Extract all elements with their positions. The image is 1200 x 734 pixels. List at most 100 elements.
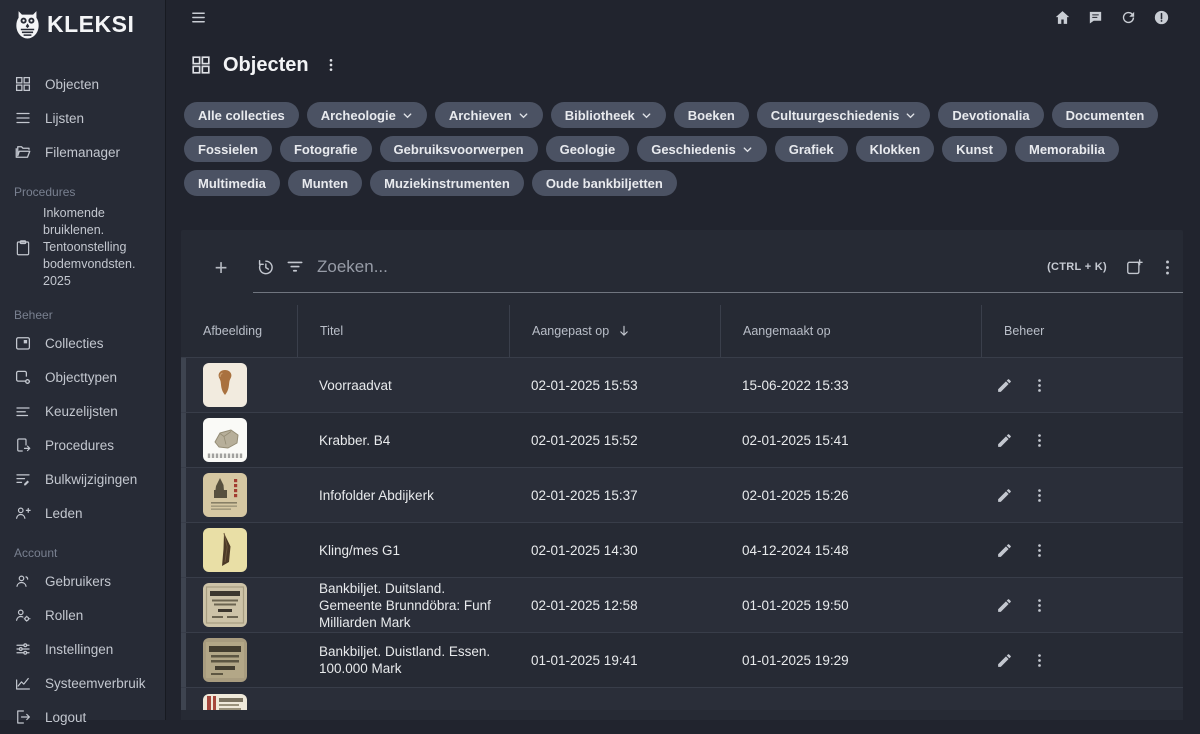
row-menu-kebab-icon[interactable] [1031,652,1048,669]
filter-chip-boeken[interactable]: Boeken [674,102,749,128]
filter-chip-documenten[interactable]: Documenten [1052,102,1159,128]
table-row[interactable]: Voorraadvat 02-01-2025 15:53 15-06-2022 … [181,357,1183,412]
filter-chip-memorabilia[interactable]: Memorabilia [1015,136,1119,162]
sidebar-item-label: Logout [45,710,86,725]
row-menu-kebab-icon[interactable] [1031,542,1048,559]
add-object-button[interactable]: + [213,257,229,279]
object-thumbnail-blade[interactable] [203,528,247,572]
created-date: 01-01-2025 19:50 [720,598,981,613]
sidebar-item-gebruikers[interactable]: Gebruikers [14,564,157,598]
filter-chip-fossielen[interactable]: Fossielen [184,136,272,162]
filter-chip-geologie[interactable]: Geologie [546,136,630,162]
search-field[interactable]: (CTRL + K) [253,243,1183,293]
save-search-icon[interactable] [1125,258,1144,277]
filter-chip-fotografie[interactable]: Fotografie [280,136,372,162]
filter-icon[interactable] [285,257,305,277]
list-icon [14,109,32,127]
clipboard-icon [14,239,32,257]
chat-icon[interactable] [1087,9,1104,26]
afbeelding-cell [181,363,297,407]
filter-chip-multimedia[interactable]: Multimedia [184,170,280,196]
filter-chip-gebruiksvoorwerpen[interactable]: Gebruiksvoorwerpen [380,136,538,162]
column-header-titel[interactable]: Titel [297,305,509,357]
filter-chip-bibliotheek[interactable]: Bibliotheek [551,102,666,128]
table-row[interactable]: Bankbiljet. Duistland. Essen. 100.000 Ma… [181,632,1183,687]
sidebar-item-label: Lijsten [45,111,84,126]
sidebar-item-bulkwijzigingen[interactable]: Bulkwijzigingen [14,462,157,496]
sidebar-item-objecttypen[interactable]: Objecttypen [14,360,157,394]
sidebar-item-lijsten[interactable]: Lijsten [14,101,157,135]
edit-pencil-icon[interactable] [996,597,1013,614]
filter-chip-klokken[interactable]: Klokken [856,136,935,162]
object-thumbnail-banknote[interactable] [203,583,247,627]
hamburger-menu-icon[interactable] [190,9,207,26]
object-thumbnail-banknote[interactable] [203,694,247,710]
filter-chip-cultuurgeschiedenis[interactable]: Cultuurgeschiedenis [757,102,931,128]
filter-chip-geschiedenis[interactable]: Geschiedenis [637,136,767,162]
edit-pencil-icon[interactable] [996,487,1013,504]
row-menu-kebab-icon[interactable] [1031,377,1048,394]
sidebar-item-instellingen[interactable]: Instellingen [14,632,157,666]
sidebar-item-rollen[interactable]: Rollen [14,598,157,632]
filter-chip-devotionalia[interactable]: Devotionalia [938,102,1043,128]
filter-chip-archieven[interactable]: Archieven [435,102,543,128]
sidebar-item-procedures[interactable]: Procedures [14,428,157,462]
owl-logo-icon [14,10,41,39]
search-menu-kebab-icon[interactable] [1158,258,1177,277]
filter-chip-alle-collecties[interactable]: Alle collecties [184,102,299,128]
bulk-edit-icon [14,470,32,488]
beheer-cell [981,487,1183,504]
modified-date: 02-01-2025 15:52 [509,433,720,448]
sidebar-item-logout[interactable]: Logout [14,700,157,734]
chip-label: Muziekinstrumenten [384,176,510,191]
search-input[interactable] [315,256,1037,278]
edit-pencil-icon[interactable] [996,542,1013,559]
sidebar-item-keuzelijsten[interactable]: Keuzelijsten [14,394,157,428]
sidebar: KLEKSI Objecten Lijsten Filemanager Proc… [0,0,166,720]
object-thumbnail-pot[interactable] [203,363,247,407]
row-menu-kebab-icon[interactable] [1031,432,1048,449]
filter-chip-archeologie[interactable]: Archeologie [307,102,427,128]
filter-chip-kunst[interactable]: Kunst [942,136,1007,162]
edit-pencil-icon[interactable] [996,652,1013,669]
collections-icon [14,334,32,352]
row-menu-kebab-icon[interactable] [1031,597,1048,614]
column-header-aangemaakt-op[interactable]: Aangemaakt op [720,305,981,357]
object-thumbnail-stone[interactable] [203,418,247,462]
object-thumbnail-banknote[interactable] [203,638,247,682]
sidebar-item-leden[interactable]: Leden [14,496,157,530]
sidebar-item-collecties[interactable]: Collecties [14,326,157,360]
page-menu-kebab-icon[interactable] [323,57,339,73]
row-menu-kebab-icon[interactable] [1031,487,1048,504]
sidebar-item-objecten[interactable]: Objecten [14,67,157,101]
sidebar-item-label: Procedures [45,438,114,453]
app-logo[interactable]: KLEKSI [14,10,157,39]
modified-date: 02-01-2025 15:53 [509,378,720,393]
table-row[interactable]: Kling/mes G1 02-01-2025 14:30 04-12-2024… [181,522,1183,577]
sidebar-item-systeemverbruik[interactable]: Systeemverbruik [14,666,157,700]
filter-chip-muziekinstrumenten[interactable]: Muziekinstrumenten [370,170,524,196]
created-date: 02-01-2025 15:41 [720,433,981,448]
page-title: Objecten [223,54,309,77]
table-row[interactable]: Bankbiljet. Duitsland. Gemeente Brunndöb… [181,577,1183,632]
refresh-icon[interactable] [1120,9,1137,26]
filter-chip-munten[interactable]: Munten [288,170,362,196]
filter-chip-oude-bankbiljetten[interactable]: Oude bankbiljetten [532,170,677,196]
home-icon[interactable] [1054,9,1071,26]
edit-pencil-icon[interactable] [996,377,1013,394]
sidebar-item-filemanager[interactable]: Filemanager [14,135,157,169]
sidebar-item-label: Filemanager [45,145,120,160]
object-thumbnail-folder[interactable] [203,473,247,517]
chip-label: Munten [302,176,348,191]
sidebar-section-account: Account [14,546,157,560]
alert-circle-icon[interactable] [1153,9,1170,26]
edit-pencil-icon[interactable] [996,432,1013,449]
table-row[interactable]: Infofolder Abdijkerk 02-01-2025 15:37 02… [181,467,1183,522]
sidebar-item-procedure[interactable]: Inkomende bruiklenen. Tentoonstelling bo… [14,203,157,292]
filter-chip-grafiek[interactable]: Grafiek [775,136,848,162]
table-row[interactable]: Krabber. B4 02-01-2025 15:52 02-01-2025 … [181,412,1183,467]
column-header-aangepast-op[interactable]: Aangepast op [509,305,720,357]
table-row-partial[interactable] [181,687,1183,710]
sidebar-item-label: Collecties [45,336,104,351]
search-history-icon[interactable] [255,257,275,277]
